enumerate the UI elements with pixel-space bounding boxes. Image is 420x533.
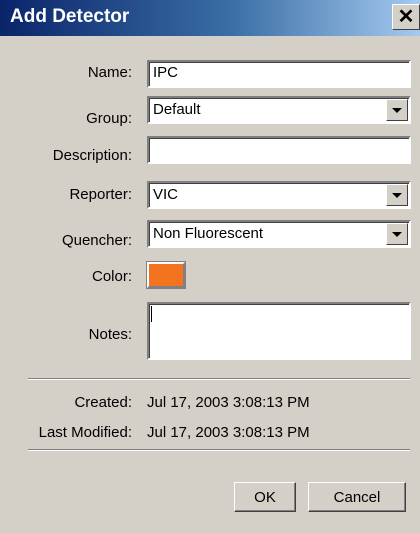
group-value: Default: [153, 101, 201, 118]
window-title: Add Detector: [10, 6, 130, 27]
separator-top: [28, 378, 410, 380]
reporter-dropdown-button[interactable]: [386, 184, 408, 206]
description-label: Description:: [52, 147, 132, 164]
name-label: Name:: [87, 64, 132, 81]
created-label: Created:: [74, 394, 132, 411]
group-label: Group:: [86, 110, 132, 127]
group-dropdown-button[interactable]: [386, 99, 408, 121]
quencher-select[interactable]: Non Fluorescent: [147, 220, 411, 248]
name-value: IPC: [153, 64, 179, 81]
notes-label: Notes:: [88, 326, 132, 343]
name-field[interactable]: IPC: [147, 60, 411, 88]
chevron-down-icon: [392, 107, 402, 113]
cancel-button[interactable]: Cancel: [308, 482, 406, 512]
title-bar: Add Detector ✕: [0, 0, 420, 36]
color-swatch[interactable]: [146, 261, 186, 289]
quencher-label: Quencher:: [61, 232, 132, 249]
description-field[interactable]: [147, 136, 411, 164]
quencher-value: Non Fluorescent: [153, 225, 264, 242]
reporter-select[interactable]: VIC: [147, 181, 411, 209]
created-value: Jul 17, 2003 3:08:13 PM: [147, 394, 310, 411]
quencher-dropdown-button[interactable]: [386, 223, 408, 245]
chevron-down-icon: [392, 192, 402, 198]
ok-button[interactable]: OK: [234, 482, 296, 512]
notes-field[interactable]: [147, 302, 411, 360]
last-modified-value: Jul 17, 2003 3:08:13 PM: [147, 424, 310, 441]
close-button[interactable]: ✕: [392, 4, 420, 30]
last-modified-label: Last Modified:: [38, 424, 132, 441]
color-label: Color:: [91, 268, 132, 285]
separator-bottom: [28, 449, 410, 451]
reporter-value: VIC: [153, 186, 179, 203]
chevron-down-icon: [392, 231, 402, 237]
group-select[interactable]: Default: [147, 96, 411, 124]
reporter-label: Reporter:: [69, 186, 132, 203]
text-caret: [151, 306, 152, 322]
close-icon: ✕: [397, 6, 415, 28]
